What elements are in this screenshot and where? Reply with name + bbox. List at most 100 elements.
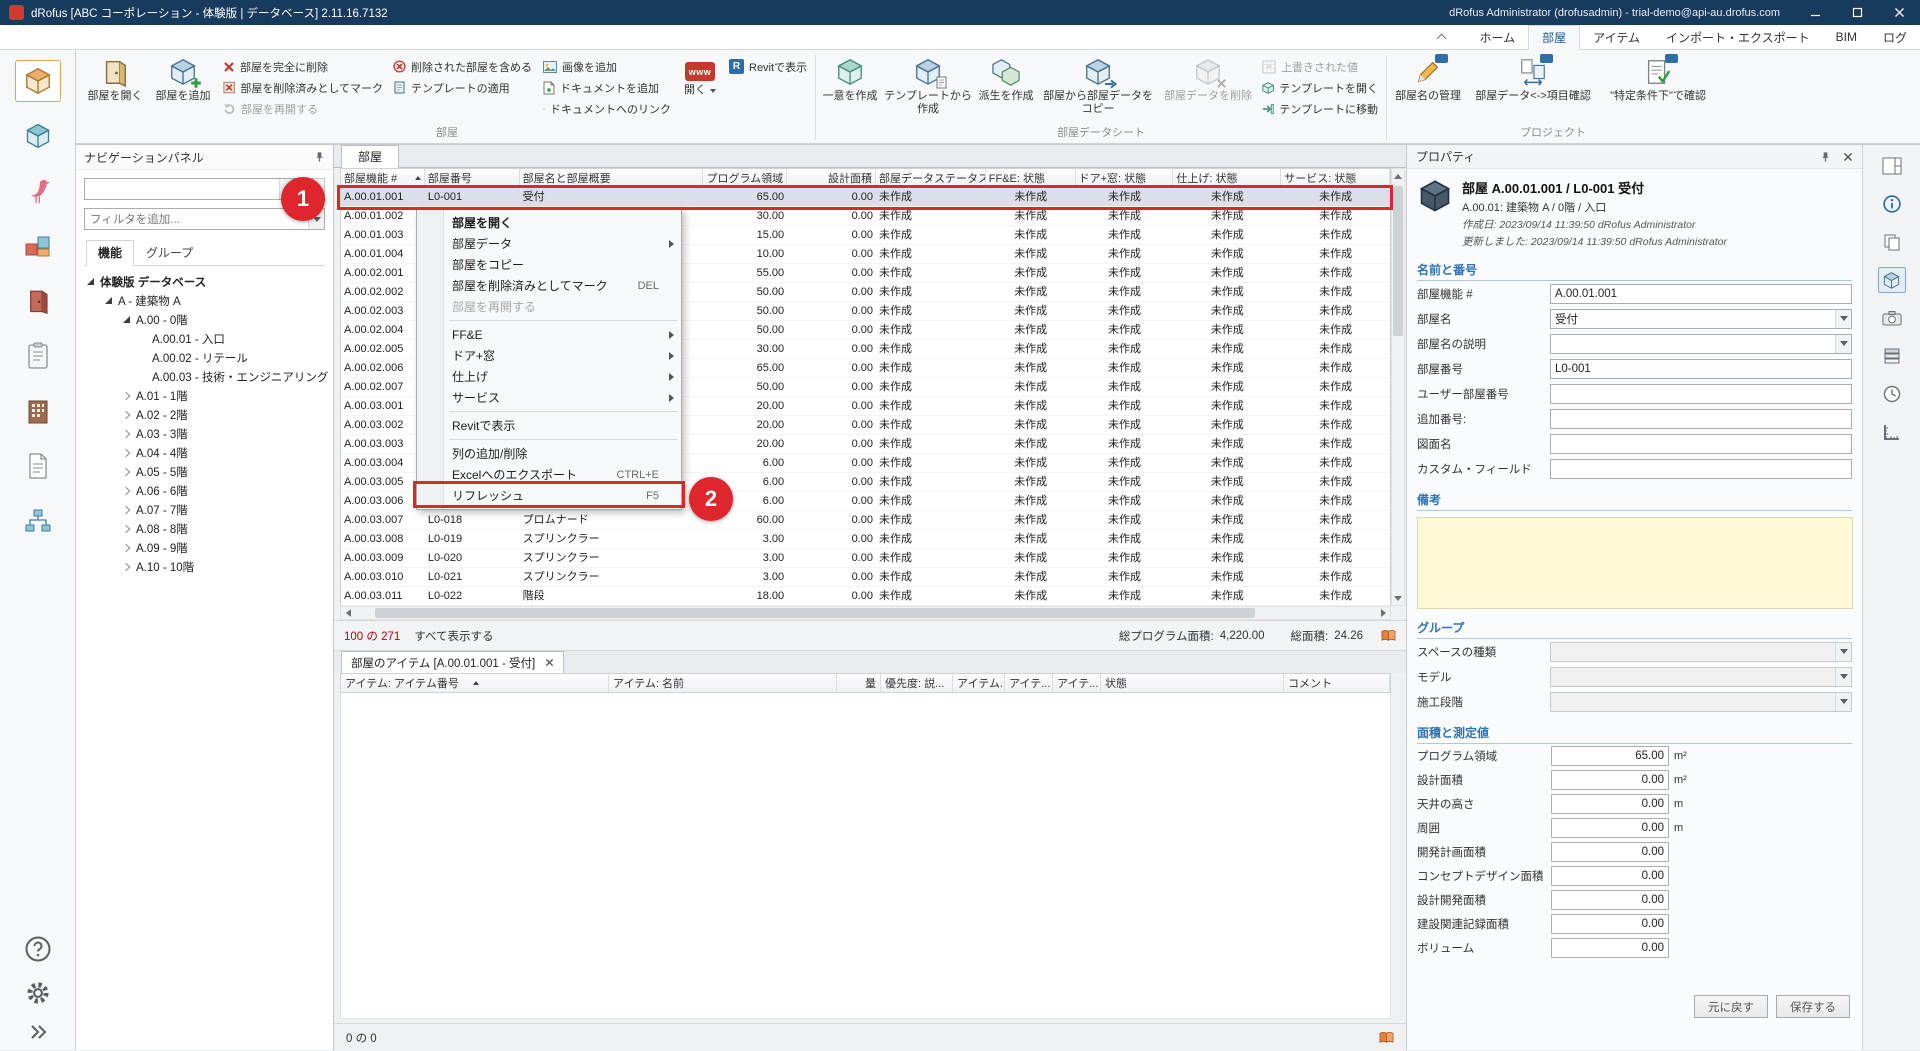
expander-collapsed-icon[interactable] bbox=[122, 543, 130, 551]
expander-collapsed-icon[interactable] bbox=[122, 429, 130, 437]
collapse-ribbon-button[interactable] bbox=[1438, 25, 1445, 49]
tree-item[interactable]: A.04 - 4階 bbox=[76, 443, 333, 462]
column-header-item-4[interactable]: アイテム... bbox=[953, 674, 1005, 692]
info-button[interactable] bbox=[1878, 191, 1906, 217]
column-header-item-5[interactable]: アイテ... bbox=[1005, 674, 1053, 692]
tree-item[interactable]: A.10 - 10階 bbox=[76, 557, 333, 576]
expand-sidebar-button[interactable] bbox=[28, 1024, 48, 1040]
tree-item[interactable]: A.03 - 3階 bbox=[76, 424, 333, 443]
column-header-priority[interactable]: 優先度: 説... bbox=[881, 674, 953, 692]
rooms-tab[interactable]: 部屋 bbox=[341, 145, 399, 168]
systems-module-button[interactable] bbox=[15, 225, 61, 267]
items-module-button[interactable] bbox=[15, 115, 61, 157]
field-input[interactable] bbox=[1551, 435, 1851, 453]
expander-collapsed-icon[interactable] bbox=[122, 505, 130, 513]
field-input[interactable] bbox=[1552, 747, 1668, 765]
column-header-item-6[interactable]: アイテ... bbox=[1053, 674, 1101, 692]
table-row[interactable]: A.00.03.007 L0-018 プロムナード 60.00 0.00 未作成… bbox=[341, 511, 1390, 530]
search-combobox[interactable] bbox=[84, 178, 296, 200]
show-in-revit-button[interactable]: RRevitで表示 bbox=[724, 56, 812, 77]
close-button[interactable] bbox=[1878, 0, 1920, 25]
rooms-module-button[interactable] bbox=[15, 60, 61, 102]
column-header-quantity[interactable]: 量 bbox=[837, 674, 881, 692]
field-input[interactable] bbox=[1551, 385, 1851, 403]
context-menu-item[interactable]: FF&E bbox=[417, 324, 681, 345]
move-to-template-button[interactable]: テンプレートに移動 bbox=[1257, 98, 1383, 119]
ribbon-tab[interactable]: BIM bbox=[1823, 25, 1870, 49]
ribbon-tab[interactable]: アイテム bbox=[1580, 25, 1653, 49]
tree-item[interactable]: A.01 - 1階 bbox=[76, 386, 333, 405]
history-clock-button[interactable] bbox=[1878, 381, 1906, 407]
navigation-tab[interactable]: グループ bbox=[134, 240, 205, 265]
expander-expanded-icon[interactable] bbox=[105, 297, 112, 304]
context-menu-item[interactable]: サービス bbox=[417, 387, 681, 408]
field-input[interactable] bbox=[1551, 335, 1835, 353]
context-menu-item[interactable]: ドア+窓 bbox=[417, 345, 681, 366]
room-items-tab[interactable]: 部屋のアイテム [A.00.01.001 - 受付] bbox=[341, 651, 564, 673]
column-header-status[interactable]: 状態 bbox=[1101, 674, 1284, 692]
expander-collapsed-icon[interactable] bbox=[122, 467, 130, 475]
vertical-scrollbar[interactable] bbox=[1391, 168, 1405, 606]
field-input[interactable] bbox=[1552, 795, 1668, 813]
tree-item[interactable]: A.00 - 0階 bbox=[76, 310, 333, 329]
measure-ruler-button[interactable] bbox=[1878, 419, 1906, 445]
tree-item[interactable]: A.06 - 6階 bbox=[76, 481, 333, 500]
door-module-button[interactable] bbox=[15, 280, 61, 322]
expander-collapsed-icon[interactable] bbox=[122, 391, 130, 399]
buildings-module-button[interactable] bbox=[15, 390, 61, 432]
minimize-button[interactable] bbox=[1794, 0, 1836, 25]
context-menu-item[interactable]: 列の追加/削除 bbox=[417, 443, 681, 464]
open-template-button[interactable]: テンプレートを開く bbox=[1257, 77, 1383, 98]
field-input[interactable] bbox=[1551, 410, 1851, 428]
field-input[interactable] bbox=[1551, 693, 1835, 711]
tree-item[interactable]: A.05 - 5階 bbox=[76, 462, 333, 481]
book-icon[interactable] bbox=[1379, 1031, 1394, 1044]
field-input[interactable] bbox=[1551, 285, 1851, 303]
undo-button[interactable]: 元に戻す bbox=[1694, 995, 1768, 1018]
field-input[interactable] bbox=[1551, 360, 1851, 378]
context-menu-item[interactable]: Revitで表示 bbox=[417, 415, 681, 436]
www-open-button[interactable]: www 開く bbox=[676, 54, 724, 120]
column-header-comment[interactable]: コメント bbox=[1284, 674, 1390, 692]
scroll-left-arrow[interactable] bbox=[341, 607, 355, 619]
tree-item[interactable]: A.00.02 - リテール bbox=[76, 348, 333, 367]
expander-collapsed-icon[interactable] bbox=[122, 562, 130, 570]
tree-item[interactable]: A.07 - 7階 bbox=[76, 500, 333, 519]
table-row[interactable]: A.00.03.011 L0-022 階段 18.00 0.00 未作成 未作成… bbox=[341, 587, 1390, 606]
model-cube-button[interactable] bbox=[1878, 267, 1906, 293]
horizontal-scrollbar[interactable] bbox=[340, 606, 1391, 620]
mark-room-deleted-button[interactable]: 部屋を削除済みとしてマーク bbox=[218, 77, 388, 98]
tree-item[interactable]: A.09 - 9階 bbox=[76, 538, 333, 557]
ribbon-tab[interactable]: インポート・エクスポート bbox=[1653, 25, 1823, 49]
checklist-module-button[interactable] bbox=[15, 335, 61, 377]
book-icon[interactable] bbox=[1381, 629, 1396, 642]
table-row[interactable]: A.00.03.009 L0-020 スプリンクラー 3.00 0.00 未作成… bbox=[341, 549, 1390, 568]
layers-button[interactable] bbox=[1878, 343, 1906, 369]
dropdown-arrow-icon[interactable] bbox=[1835, 643, 1851, 661]
tree-item[interactable]: A.02 - 2階 bbox=[76, 405, 333, 424]
field-input[interactable] bbox=[1551, 643, 1835, 661]
ribbon-tab[interactable]: 部屋 bbox=[1528, 25, 1580, 50]
field-input[interactable] bbox=[1551, 460, 1851, 478]
scroll-down-arrow[interactable] bbox=[1392, 591, 1404, 605]
save-button[interactable]: 保存する bbox=[1776, 995, 1850, 1018]
field-input[interactable] bbox=[1552, 771, 1668, 789]
field-input[interactable] bbox=[1552, 843, 1668, 861]
ribbon-tab[interactable]: ログ bbox=[1870, 25, 1920, 49]
close-panel-icon[interactable] bbox=[1843, 152, 1853, 162]
field-input[interactable] bbox=[1552, 891, 1668, 909]
apply-template-button[interactable]: テンプレートの適用 bbox=[388, 77, 538, 98]
copy-room-data-button[interactable]: 部屋から部屋データをコピー bbox=[1037, 54, 1159, 120]
purge-room-button[interactable]: 部屋を完全に削除 bbox=[218, 56, 388, 77]
column-header-item-name[interactable]: アイテム: 名前 bbox=[609, 674, 837, 692]
add-image-button[interactable]: 画像を追加 bbox=[538, 56, 676, 77]
add-document-button[interactable]: ドキュメントを追加 bbox=[538, 77, 676, 98]
tree-item[interactable]: A.00.01 - 入口 bbox=[76, 329, 333, 348]
table-row[interactable]: A.00.03.008 L0-019 スプリンクラー 3.00 0.00 未作成… bbox=[341, 530, 1390, 549]
field-input[interactable] bbox=[1551, 310, 1835, 328]
table-row[interactable]: A.00.03.010 L0-021 スプリンクラー 3.00 0.00 未作成… bbox=[341, 568, 1390, 587]
help-button[interactable] bbox=[25, 936, 51, 962]
settings-gear-button[interactable] bbox=[25, 980, 51, 1006]
context-menu-item[interactable]: 仕上げ bbox=[417, 366, 681, 387]
navigation-tab[interactable]: 機能 bbox=[86, 240, 134, 266]
